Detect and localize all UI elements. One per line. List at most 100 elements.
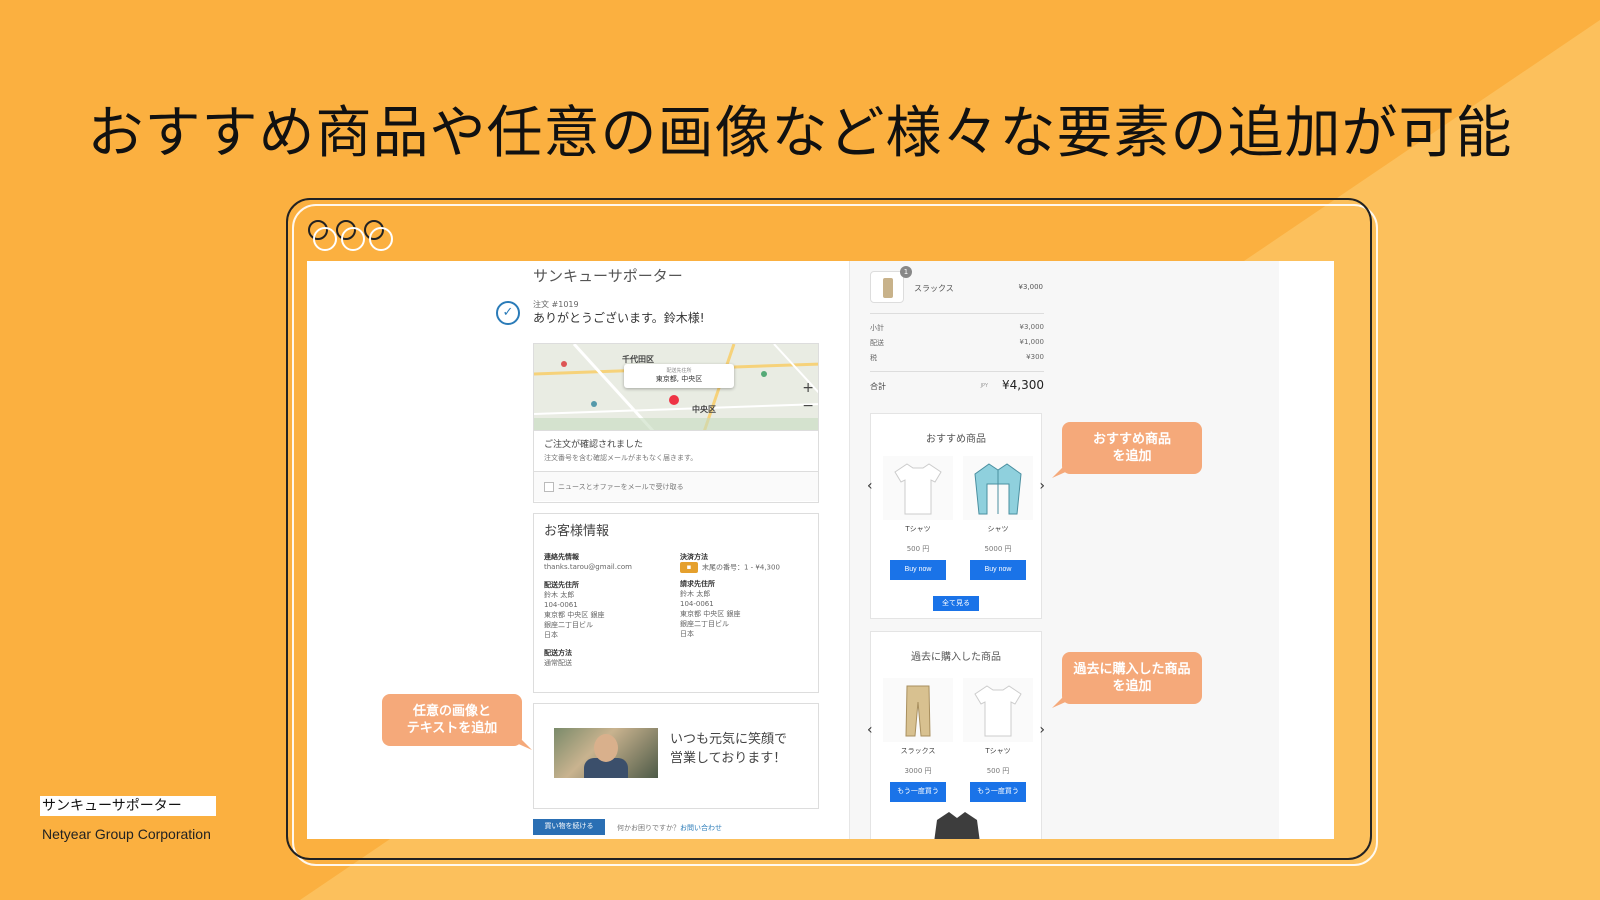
- delivery-map[interactable]: 千代田区 中央区 配送先住所 東京都, 中央区 + −: [533, 343, 819, 431]
- staff-face: [594, 734, 618, 762]
- map-area-label: 中央区: [692, 405, 716, 414]
- buy-again-button[interactable]: もう一度買う: [970, 782, 1026, 802]
- product-tile: Tシャツ 500 円 もう一度買う: [963, 678, 1033, 802]
- cart-item-name: スラックス: [914, 284, 954, 293]
- contact-value: thanks.tarou@gmail.com: [544, 563, 632, 571]
- product-image: [883, 456, 953, 520]
- product-price: 500 円: [986, 767, 1010, 775]
- newsletter-checkbox[interactable]: ニュースとオファーをメールで受け取る: [534, 471, 818, 501]
- divider: [870, 371, 1044, 372]
- customer-info-box: お客様情報 連絡先情報 thanks.tarou@gmail.com 配送先住所…: [533, 513, 819, 693]
- summary-label: 小計: [870, 324, 884, 332]
- shipping-line: 東京都 中央区 銀座: [544, 611, 605, 619]
- total-currency: JPY: [980, 383, 988, 389]
- product-tile: スラックス 3000 円 もう一度買う: [883, 678, 953, 802]
- map-zoom-out-button[interactable]: −: [802, 398, 814, 414]
- footer-brand-jp: サンキューサポーター: [40, 796, 216, 816]
- summary-value: ¥3,000: [1019, 323, 1045, 331]
- billing-line: 鈴木 太郎: [680, 590, 711, 598]
- summary-value: ¥1,000: [1019, 338, 1045, 346]
- product-name: シャツ: [987, 525, 1009, 533]
- thankyou-page-screenshot: サンキューサポーター ✓ 注文 #1019 ありがとうございます。鈴木様! 千代…: [307, 261, 1334, 839]
- product-name: Tシャツ: [985, 747, 1011, 755]
- carousel-next-icon[interactable]: ›: [1039, 478, 1045, 494]
- shirt-icon: [974, 463, 1022, 515]
- confirmation-title: ご注文が確認されました: [544, 440, 644, 450]
- shipping-line: 日本: [544, 631, 558, 639]
- carousel-next-icon[interactable]: ›: [1039, 722, 1045, 738]
- footer-company-en: Netyear Group Corporation: [42, 826, 211, 842]
- promo-text-line: 営業しております！: [670, 751, 787, 766]
- product-price: 5000 円: [984, 545, 1012, 553]
- window-controls: [308, 220, 393, 251]
- callout-text: 過去に購入した商品: [1073, 662, 1191, 677]
- payment-label: 決済方法: [680, 553, 708, 561]
- thanks-message: ありがとうございます。鈴木様!: [533, 311, 705, 325]
- carousel-prev-icon[interactable]: ‹: [867, 722, 873, 738]
- customer-info-title: お客様情報: [544, 524, 610, 539]
- payment-value: 末尾の番号：1 - ¥4,300: [702, 563, 780, 572]
- summary-label: 配送: [870, 339, 884, 347]
- confirmation-subtitle: 注文番号を含む確認メールがまもなく届きます。: [544, 454, 698, 462]
- check-circle-icon: ✓: [496, 301, 520, 325]
- product-image: [883, 678, 953, 742]
- help-text: 何かお困りですか？お問い合わせ: [617, 823, 722, 833]
- buy-now-button[interactable]: Buy now: [970, 560, 1026, 580]
- custom-promo-block: いつも元気に笑顔で 営業しております！: [533, 703, 819, 809]
- promo-text: いつも元気に笑顔で 営業しております！: [670, 730, 787, 768]
- promo-text-line: いつも元気に笑顔で: [670, 732, 788, 747]
- callout-text: おすすめ商品: [1092, 432, 1171, 447]
- callout-text: を追加: [1112, 449, 1152, 464]
- shipping-method-label: 配送方法: [544, 649, 572, 657]
- summary-row-tax: 税 ¥300: [870, 353, 1044, 368]
- card-icon: ▪: [680, 562, 698, 573]
- see-all-button[interactable]: 全て見る: [933, 596, 979, 611]
- summary-row-shipping: 配送 ¥1,000: [870, 338, 1044, 353]
- past-title: 過去に購入した商品: [911, 652, 1001, 663]
- customer-payment-col: 決済方法 ▪ 末尾の番号：1 - ¥4,300 請求先住所 鈴木 太郎 104-0…: [680, 548, 816, 639]
- callout-past-purchases: 過去に購入した商品 を追加: [1052, 652, 1202, 708]
- summary-label: 税: [870, 354, 877, 362]
- map-label-address: 東京都, 中央区: [655, 375, 703, 383]
- total-value: ¥4,300: [1002, 378, 1044, 392]
- billing-label: 請求先住所: [680, 580, 715, 588]
- payment-value-row: ▪ 末尾の番号：1 - ¥4,300: [680, 562, 816, 573]
- billing-line: 104-0061: [680, 600, 714, 608]
- window-dot-icon: [336, 220, 365, 251]
- contact-link[interactable]: お問い合わせ: [680, 824, 722, 832]
- product-name: Tシャツ: [905, 525, 931, 533]
- recommended-products-card: おすすめ商品 ‹ › Tシャツ 500 円 Buy now シャツ 5000 円…: [867, 413, 1045, 619]
- buy-again-button[interactable]: もう一度買う: [890, 782, 946, 802]
- callout-text: 任意の画像と: [412, 704, 491, 719]
- callout-custom-image: 任意の画像と テキストを追加: [382, 694, 532, 750]
- billing-line: 日本: [680, 630, 694, 638]
- summary-row-subtotal: 小計 ¥3,000: [870, 323, 1044, 338]
- callout-tail: [1052, 690, 1070, 708]
- cart-qty-badge: 1: [900, 266, 912, 278]
- summary-value: ¥300: [1026, 353, 1044, 361]
- thankyou-main-column: サンキューサポーター ✓ 注文 #1019 ありがとうございます。鈴木様! 千代…: [307, 261, 849, 839]
- store-name: サンキューサポーター: [533, 267, 683, 285]
- jacket-icon: [934, 812, 980, 839]
- continue-shopping-button[interactable]: 買い物を続ける: [533, 819, 605, 835]
- pants-icon: [905, 685, 931, 737]
- callout-tail: [514, 732, 532, 750]
- cart-item-price: ¥3,000: [1018, 283, 1044, 291]
- carousel-prev-icon[interactable]: ‹: [867, 478, 873, 494]
- divider: [870, 313, 1044, 314]
- callout-text: を追加: [1112, 679, 1152, 694]
- product-image: [963, 456, 1033, 520]
- recommended-title: おすすめ商品: [926, 434, 986, 445]
- summary-rows: 小計 ¥3,000 配送 ¥1,000 税 ¥300: [870, 323, 1044, 368]
- shipping-line: 鈴木 太郎: [544, 591, 575, 599]
- map-zoom-in-button[interactable]: +: [802, 380, 814, 396]
- window-dot-icon: [308, 220, 337, 251]
- customer-contact-col: 連絡先情報 thanks.tarou@gmail.com 配送先住所 鈴木 太郎…: [544, 548, 674, 668]
- order-total: 合計 JPY ¥4,300: [870, 378, 1044, 392]
- callout-recommended: おすすめ商品 を追加: [1052, 422, 1202, 478]
- cart-item-thumbnail: [870, 271, 904, 303]
- order-summary-sidebar: 1 スラックス ¥3,000 小計 ¥3,000 配送 ¥1,000 税 ¥300 合…: [849, 261, 1279, 839]
- billing-line: 東京都 中央区 銀座: [680, 610, 741, 618]
- map-address-label: 配送先住所 東京都, 中央区: [624, 364, 734, 388]
- buy-now-button[interactable]: Buy now: [890, 560, 946, 580]
